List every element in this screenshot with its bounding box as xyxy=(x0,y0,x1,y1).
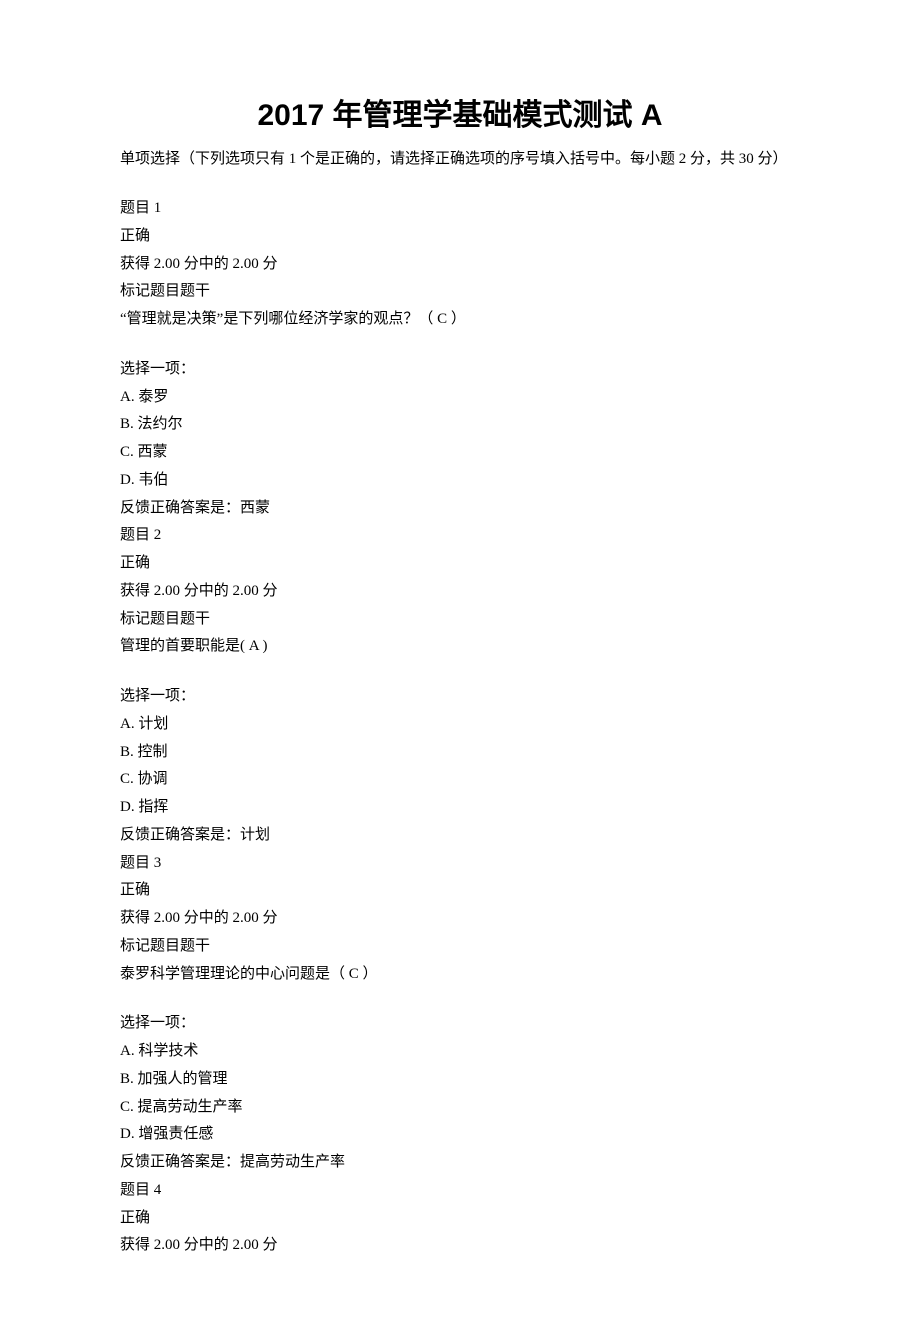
question-header: 题目 1 xyxy=(120,195,800,223)
page-title: 2017 年管理学基础模式测试 A xyxy=(120,90,800,134)
option-d: D. 韦伯 xyxy=(120,467,800,495)
option-c: C. 西蒙 xyxy=(120,439,800,467)
question-block-1: 题目 1 正确 获得 2.00 分中的 2.00 分 标记题目题干 “管理就是决… xyxy=(120,195,800,334)
option-b: B. 法约尔 xyxy=(120,411,800,439)
status-correct: 正确 xyxy=(120,877,800,905)
question-stem: 泰罗科学管理理论的中心问题是（ C ） xyxy=(120,961,800,989)
option-c: C. 协调 xyxy=(120,766,800,794)
option-b: B. 控制 xyxy=(120,739,800,767)
select-one-label: 选择一项： xyxy=(120,683,800,711)
option-d: D. 指挥 xyxy=(120,794,800,822)
feedback-line: 反馈正确答案是：计划 xyxy=(120,822,800,850)
question-header: 题目 4 xyxy=(120,1177,800,1205)
question-stem: “管理就是决策”是下列哪位经济学家的观点？（ C ） xyxy=(120,306,800,334)
flag-label: 标记题目题干 xyxy=(120,278,800,306)
question-header: 题目 3 xyxy=(120,850,800,878)
select-one-label: 选择一项： xyxy=(120,1010,800,1038)
question-options-2: 选择一项： A. 计划 B. 控制 C. 协调 D. 指挥 反馈正确答案是：计划… xyxy=(120,683,800,988)
option-c: C. 提高劳动生产率 xyxy=(120,1094,800,1122)
score-line: 获得 2.00 分中的 2.00 分 xyxy=(120,905,800,933)
feedback-line: 反馈正确答案是：提高劳动生产率 xyxy=(120,1149,800,1177)
status-correct: 正确 xyxy=(120,223,800,251)
question-header: 题目 2 xyxy=(120,522,800,550)
option-b: B. 加强人的管理 xyxy=(120,1066,800,1094)
option-a: A. 科学技术 xyxy=(120,1038,800,1066)
question-options-3: 选择一项： A. 科学技术 B. 加强人的管理 C. 提高劳动生产率 D. 增强… xyxy=(120,1010,800,1260)
flag-label: 标记题目题干 xyxy=(120,933,800,961)
score-line: 获得 2.00 分中的 2.00 分 xyxy=(120,578,800,606)
option-d: D. 增强责任感 xyxy=(120,1121,800,1149)
option-a: A. 计划 xyxy=(120,711,800,739)
score-line: 获得 2.00 分中的 2.00 分 xyxy=(120,1232,800,1260)
score-line: 获得 2.00 分中的 2.00 分 xyxy=(120,251,800,279)
option-a: A. 泰罗 xyxy=(120,384,800,412)
status-correct: 正确 xyxy=(120,550,800,578)
flag-label: 标记题目题干 xyxy=(120,606,800,634)
select-one-label: 选择一项： xyxy=(120,356,800,384)
feedback-line: 反馈正确答案是：西蒙 xyxy=(120,495,800,523)
question-options-1: 选择一项： A. 泰罗 B. 法约尔 C. 西蒙 D. 韦伯 反馈正确答案是：西… xyxy=(120,356,800,661)
status-correct: 正确 xyxy=(120,1205,800,1233)
document-page: 2017 年管理学基础模式测试 A 单项选择（下列选项只有 1 个是正确的，请选… xyxy=(0,0,920,1342)
section-instructions: 单项选择（下列选项只有 1 个是正确的，请选择正确选项的序号填入括号中。每小题 … xyxy=(120,146,800,173)
question-stem: 管理的首要职能是( A ) xyxy=(120,633,800,661)
